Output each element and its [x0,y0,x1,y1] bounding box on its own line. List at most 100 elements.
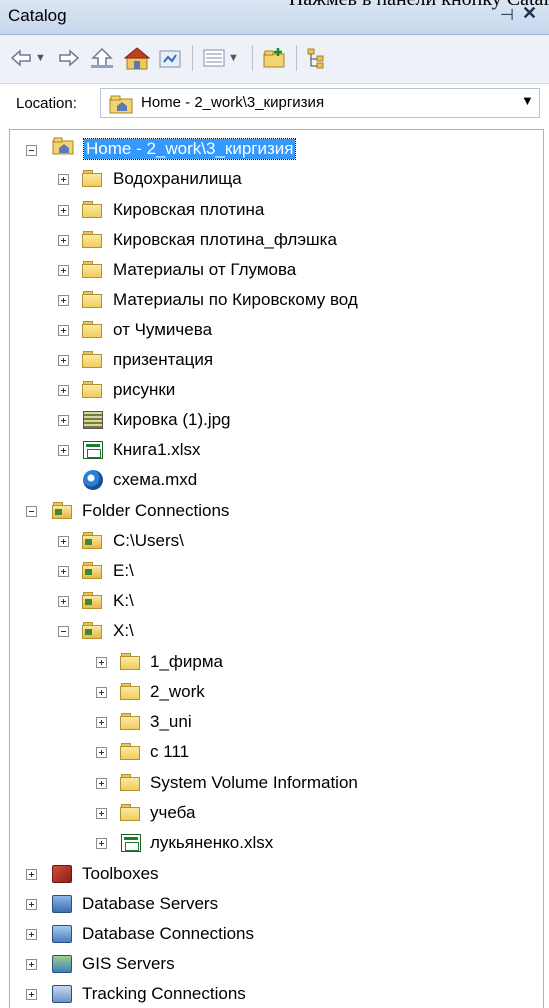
tree-label: лукьяненко.xlsx [150,833,274,852]
folder-icon [120,652,142,672]
folder-icon [82,200,104,220]
folder-icon [82,169,104,189]
tree-label: Материалы от Глумова [113,260,297,279]
chevron-down-icon: ▼ [228,52,239,64]
expand-toggle[interactable] [26,899,37,910]
tree-node[interactable]: Кировская плотина [10,196,543,226]
expand-toggle[interactable] [96,747,107,758]
tree-label: C:\Users\ [113,531,184,550]
expand-toggle[interactable] [58,265,69,276]
tree-node[interactable]: K:\ [10,587,543,617]
expand-toggle[interactable] [58,355,69,366]
tree-node[interactable]: X:\ [10,617,543,647]
expand-toggle[interactable] [26,929,37,940]
tree-node[interactable]: E:\ [10,557,543,587]
collapse-toggle[interactable] [26,145,37,156]
views-dropdown[interactable]: ▼ [203,44,239,72]
tree-node[interactable]: C:\Users\ [10,527,543,557]
tree-node-gis-servers[interactable]: GIS Servers [10,950,543,980]
tree-node-tracking-connections[interactable]: Tracking Connections [10,980,543,1008]
tree-node-toolboxes[interactable]: Toolboxes [10,860,543,890]
expand-toggle[interactable] [58,445,69,456]
forward-arrow-icon [59,49,80,67]
tree-node[interactable]: лукьяненко.xlsx [10,829,543,859]
expand-toggle[interactable] [58,415,69,426]
tree-label: Водохранилища [113,169,242,188]
catalog-tree: Home - 2_work\3_киргизия Водохранилища К… [9,129,544,1008]
tree-node-database-connections[interactable]: Database Connections [10,920,543,950]
tree-label: Folder Connections [82,501,230,520]
expand-toggle[interactable] [58,536,69,547]
tree-node[interactable]: Кировка (1).jpg [10,406,543,436]
chevron-down-icon[interactable]: ▼ [521,93,534,108]
expand-toggle[interactable] [26,869,37,880]
expand-toggle[interactable] [96,778,107,789]
back-button[interactable]: ▼ [10,44,46,72]
expand-toggle[interactable] [96,717,107,728]
tree-node[interactable]: Водохранилища [10,165,543,195]
tree-node-database-servers[interactable]: Database Servers [10,890,543,920]
toolbar-separator [296,45,297,71]
tree-node[interactable]: схема.mxd [10,466,543,496]
expand-toggle[interactable] [96,808,107,819]
tree-node[interactable]: от Чумичева [10,316,543,346]
tree-node[interactable]: Материалы от Глумова [10,256,543,286]
folder-connection-icon [82,621,104,641]
tree-node[interactable]: System Volume Information [10,769,543,799]
tree-label: Кировская плотина [113,200,265,219]
folder-icon [82,290,104,310]
raster-image-icon [83,411,103,429]
location-combobox[interactable]: Home - 2_work\3_киргизия ▼ [100,88,540,118]
expand-toggle[interactable] [58,295,69,306]
collapse-toggle[interactable] [58,626,69,637]
tree-label: X:\ [113,621,134,640]
excel-table-icon [83,441,103,459]
expand-toggle[interactable] [26,989,37,1000]
tree-node[interactable]: 3_uni [10,708,543,738]
database-connection-icon [52,925,72,943]
tree-label: 2_work [150,682,205,701]
tree-icon [307,48,324,69]
expand-toggle[interactable] [96,838,107,849]
expand-toggle[interactable] [58,205,69,216]
tree-label: Кировская плотина_флэшка [113,230,337,249]
tree-label: E:\ [113,561,134,580]
tree-options-button[interactable] [306,44,328,72]
forward-button[interactable] [58,44,80,72]
expand-toggle[interactable] [96,687,107,698]
tree-node[interactable]: 2_work [10,678,543,708]
tree-node-home[interactable]: Home - 2_work\3_киргизия [10,136,543,166]
tree-node[interactable]: учеба [10,799,543,829]
up-level-button[interactable] [90,44,114,72]
tree-label: от Чумичева [113,320,213,339]
view-button[interactable] [158,44,182,72]
expand-toggle[interactable] [26,959,37,970]
expand-toggle[interactable] [58,566,69,577]
expand-toggle[interactable] [58,235,69,246]
tree-node-folder-connections[interactable]: Folder Connections [10,497,543,527]
tree-node[interactable]: c 111 [10,738,543,768]
tree-label: Database Connections [82,924,255,943]
tree-label: 1_фирма [150,652,223,671]
tree-node[interactable]: Материалы по Кировскому вод [10,286,543,316]
tree-node[interactable]: призентация [10,346,543,376]
home-icon [124,47,150,70]
expand-toggle[interactable] [58,596,69,607]
tree-label: c 111 [150,742,190,761]
folder-icon [82,230,104,250]
chevron-down-icon: ▼ [35,52,46,64]
expand-toggle[interactable] [96,657,107,668]
expand-toggle[interactable] [58,174,69,185]
expand-toggle[interactable] [58,385,69,396]
tree-node[interactable]: Кировская плотина_флэшка [10,226,543,256]
tree-label: K:\ [113,591,134,610]
tree-node[interactable]: 1_фирма [10,648,543,678]
connect-folder-button[interactable] [262,44,288,72]
tree-node[interactable]: Книга1.xlsx [10,436,543,466]
home-button[interactable] [124,44,150,72]
tree-node[interactable]: рисунки [10,376,543,406]
location-label: Location: [16,95,77,112]
collapse-toggle[interactable] [26,506,37,517]
home-folder-icon [52,137,74,155]
expand-toggle[interactable] [58,325,69,336]
